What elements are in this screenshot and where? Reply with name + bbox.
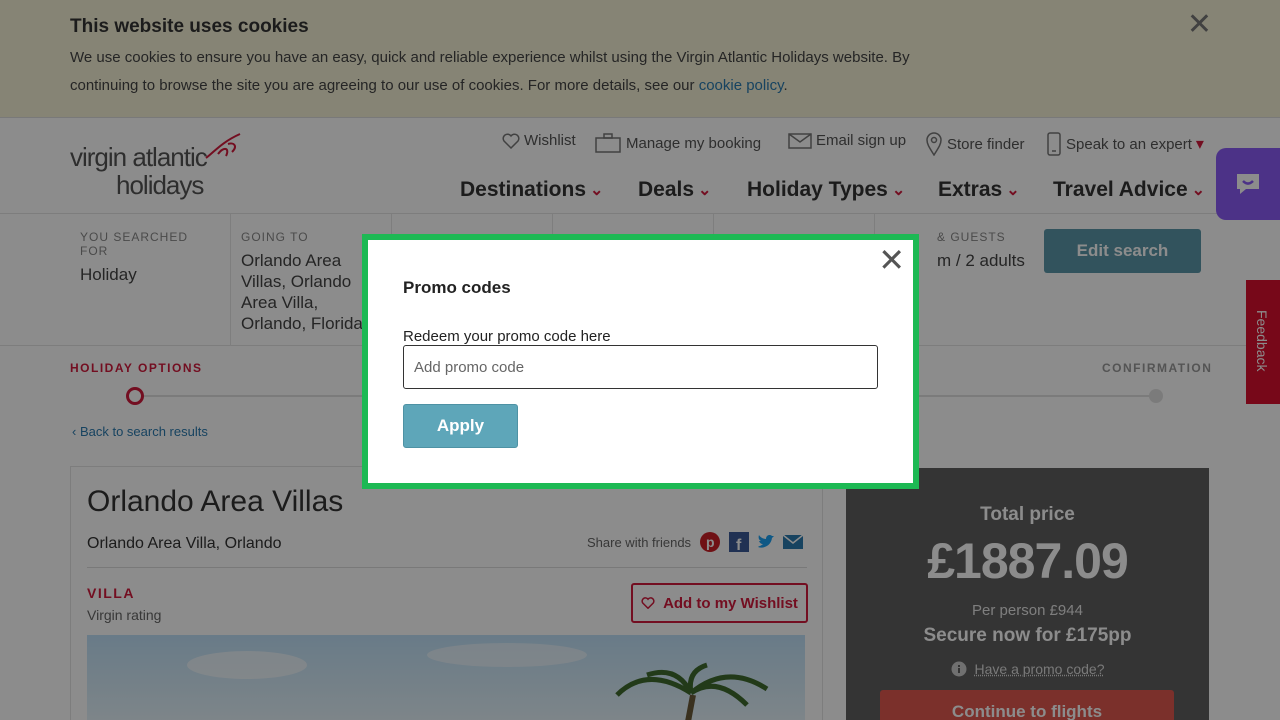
modal-title: Promo codes <box>403 278 511 297</box>
promo-code-modal: ✕ Promo codes Redeem your promo code her… <box>362 234 919 489</box>
promo-field-label: Redeem your promo code here <box>403 328 611 345</box>
modal-close-icon[interactable]: ✕ <box>878 244 905 276</box>
apply-button[interactable]: Apply <box>403 404 518 448</box>
promo-code-input[interactable] <box>403 345 878 389</box>
